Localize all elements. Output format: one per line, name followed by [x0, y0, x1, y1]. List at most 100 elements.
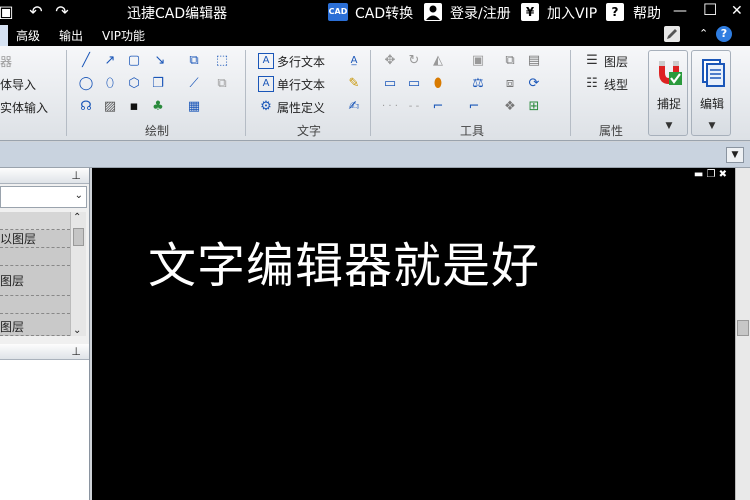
- add-table-icon[interactable]: ⊞: [526, 99, 542, 115]
- line-icon[interactable]: ╱: [78, 53, 94, 69]
- list-header: [0, 212, 70, 230]
- polygon-icon[interactable]: ⬡: [126, 76, 142, 92]
- table-icon[interactable]: ▦: [186, 99, 202, 115]
- copy-icon[interactable]: ❐: [150, 76, 166, 92]
- singleline-text-icon[interactable]: A: [258, 76, 274, 92]
- text-edit-icon[interactable]: ✎: [346, 76, 362, 92]
- list-item[interactable]: [0, 296, 70, 314]
- attribute-define-button[interactable]: 属性定义: [277, 99, 325, 116]
- group-icon[interactable]: ❖: [502, 99, 518, 115]
- construction-line-icon[interactable]: ⟋: [186, 76, 202, 92]
- linetype-button[interactable]: 线型: [604, 76, 628, 93]
- scroll-thumb[interactable]: [737, 320, 749, 336]
- multiline-text-button[interactable]: 多行文本: [277, 53, 325, 70]
- disabled-tool-icon[interactable]: ⧉: [214, 76, 230, 92]
- canvas-text-entity[interactable]: 文字编辑器就是好: [148, 226, 540, 296]
- help-icon[interactable]: ?: [606, 3, 624, 21]
- image-icon[interactable]: ♣: [150, 99, 166, 115]
- canvas-vertical-scrollbar[interactable]: [735, 168, 750, 500]
- ribbon-partial-item-2[interactable]: 体导入: [0, 76, 36, 93]
- join-vip-link[interactable]: 加入VIP: [547, 3, 597, 23]
- yen-icon[interactable]: ¥: [521, 3, 539, 21]
- maximize-button[interactable]: ☐: [703, 0, 717, 19]
- arc-icon[interactable]: ☊: [78, 99, 94, 115]
- multiline-text-icon[interactable]: A: [258, 53, 274, 69]
- list-item[interactable]: [0, 248, 70, 266]
- list-item[interactable]: 图层: [0, 266, 70, 296]
- ribbon-partial-item-1[interactable]: 器: [0, 53, 12, 70]
- chevron-up-icon[interactable]: ⌃: [73, 212, 81, 223]
- chevron-down-icon[interactable]: ▼: [692, 121, 732, 131]
- group-separator: [570, 50, 571, 136]
- ribbon-partial-item-3[interactable]: 实体输入: [0, 99, 48, 116]
- layer-icon[interactable]: ☰: [584, 53, 600, 69]
- tab-output[interactable]: 输出: [59, 27, 83, 44]
- fillet-icon[interactable]: ⌐: [430, 99, 446, 115]
- layer-dropdown[interactable]: ⌄: [0, 186, 87, 208]
- circle-icon[interactable]: ◯: [78, 76, 94, 92]
- tab-vip-features[interactable]: VIP功能: [102, 27, 145, 44]
- group-separator: [245, 50, 246, 136]
- attribute-define-icon[interactable]: ⚙: [258, 99, 274, 115]
- chamfer-icon[interactable]: ⌐: [466, 99, 482, 115]
- user-icon[interactable]: [424, 3, 442, 21]
- group-label-text: 文字: [297, 124, 322, 138]
- pen-icon[interactable]: [664, 26, 680, 42]
- layer-button[interactable]: 图层: [604, 53, 628, 70]
- pin-icon[interactable]: ⊥: [71, 169, 81, 182]
- undo-icon[interactable]: ↶: [26, 2, 46, 22]
- rectangle-icon[interactable]: ▢: [126, 53, 142, 69]
- dash-line-icon[interactable]: - -: [406, 99, 422, 115]
- cad-convert-icon[interactable]: CAD: [328, 3, 348, 21]
- edit-button[interactable]: 编辑 ▼: [691, 50, 731, 136]
- point-icon[interactable]: ▪: [126, 99, 142, 115]
- close-button[interactable]: ✕: [731, 3, 743, 19]
- text-style-icon[interactable]: A̲: [346, 53, 362, 69]
- chevron-down-icon[interactable]: ⌄: [73, 325, 81, 336]
- minimize-button[interactable]: —: [673, 3, 687, 19]
- tab-active-partial[interactable]: [0, 25, 8, 46]
- list-item[interactable]: 图层: [0, 314, 70, 336]
- singleline-text-button[interactable]: 单行文本: [277, 76, 325, 93]
- refresh-icon[interactable]: ⟳: [526, 76, 542, 92]
- window2-icon[interactable]: ▭: [406, 76, 422, 92]
- login-register-link[interactable]: 登录/注册: [450, 3, 511, 23]
- explode-icon[interactable]: ⧈: [502, 76, 518, 92]
- select-region-icon[interactable]: ⬚: [214, 53, 230, 69]
- help-circle-icon[interactable]: ?: [716, 26, 732, 42]
- properties-panel: ⊥: [0, 344, 90, 500]
- ellipse-icon[interactable]: ⬯: [102, 76, 118, 92]
- layer-list-scrollbar[interactable]: ⌃ ⌄: [70, 212, 86, 336]
- chevron-down-icon[interactable]: ▼: [726, 147, 744, 163]
- move-icon[interactable]: ✥: [382, 53, 398, 69]
- snap-button[interactable]: 捕捉 ▼: [648, 50, 688, 136]
- paint-icon[interactable]: ⬮: [430, 76, 446, 92]
- polyline-icon[interactable]: ↗: [102, 53, 118, 69]
- help-link[interactable]: 帮助: [633, 3, 661, 23]
- save-icon[interactable]: ▣: [0, 2, 16, 22]
- scroll-thumb[interactable]: [73, 228, 84, 246]
- tab-advanced[interactable]: 高级: [16, 27, 40, 44]
- chevron-down-icon[interactable]: ▼: [649, 121, 689, 131]
- drawing-canvas[interactable]: ▬ ❐ ✖ 文字编辑器就是好: [92, 168, 735, 500]
- cad-convert-link[interactable]: CAD转换: [355, 3, 413, 23]
- ribbon: 器 体导入 实体输入 ╱ ↗ ▢ ↘ ⧉ ⬚ ◯ ⬯ ⬡ ❐ ⟋ ⧉ ☊ ▨ ▪…: [0, 46, 750, 141]
- insert-block-icon[interactable]: ⧉: [186, 53, 202, 69]
- stretch-icon[interactable]: ▤: [526, 53, 542, 69]
- spline-icon[interactable]: ↘: [152, 53, 168, 69]
- list-item[interactable]: 以图层: [0, 230, 70, 248]
- mirror-icon[interactable]: ◭: [430, 53, 446, 69]
- measure-icon[interactable]: ⚖: [470, 76, 486, 92]
- canvas-window-controls[interactable]: ▬ ❐ ✖: [694, 169, 727, 180]
- collapse-ribbon-icon[interactable]: ⌃: [699, 27, 708, 40]
- redo-icon[interactable]: ↷: [52, 2, 72, 22]
- array-icon[interactable]: ▣: [470, 53, 486, 69]
- offset-icon[interactable]: ⧉: [502, 53, 518, 69]
- linetype-icon[interactable]: ☷: [584, 76, 600, 92]
- text-replace-icon[interactable]: ✍: [346, 99, 362, 115]
- pin-icon[interactable]: ⊥: [71, 345, 81, 358]
- hatch-icon[interactable]: ▨: [102, 99, 118, 115]
- window-icon[interactable]: ▭: [382, 76, 398, 92]
- dotted-line-icon[interactable]: · · ·: [382, 99, 398, 115]
- rotate-icon[interactable]: ↻: [406, 53, 422, 69]
